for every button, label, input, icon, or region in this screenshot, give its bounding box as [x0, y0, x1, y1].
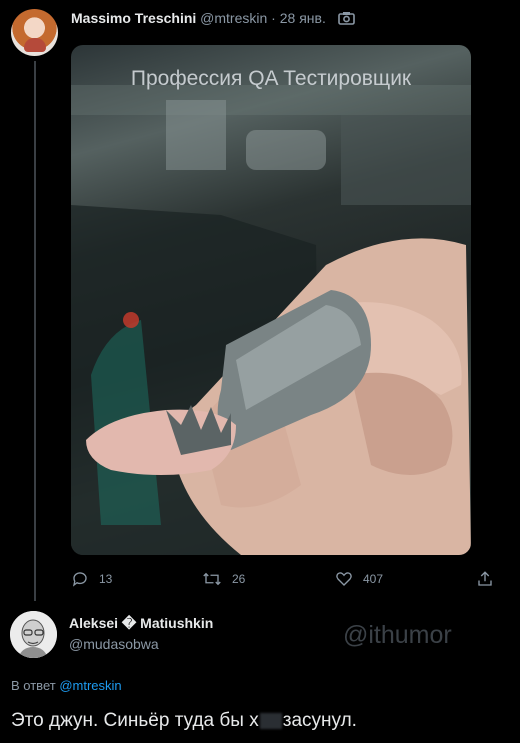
censor-blur: [259, 712, 282, 729]
camera-icon: [337, 11, 355, 28]
share-icon: [478, 571, 492, 586]
tweet-media-image[interactable]: Профессия QA Тестировщик: [71, 45, 471, 555]
reply-author-handle[interactable]: @mudasobwa: [69, 636, 159, 652]
reply-button[interactable]: 13: [71, 570, 112, 588]
share-button[interactable]: [476, 570, 504, 588]
reply-prefix: В ответ: [11, 678, 56, 693]
reply-tweet[interactable]: Aleksei � Matiushkin @mudasobwa @ithumor…: [0, 603, 520, 743]
reply-context: В ответ @mtreskin: [11, 678, 122, 693]
author-handle[interactable]: @mtreskin: [200, 10, 267, 26]
avatar-portrait: [10, 611, 57, 658]
like-count: 407: [363, 572, 384, 586]
media-caption-text: Профессия QA Тестировщик: [130, 67, 412, 90]
tweet-actions: 13 26 407: [71, 570, 501, 590]
retweet-count: 26: [232, 572, 246, 586]
retweet-button[interactable]: 26: [202, 570, 245, 588]
reply-text: Это джун. Синьёр туда бы х засунул.: [11, 710, 357, 732]
tweet-header: Massimo Treschini @mtreskin · 28 янв.: [71, 10, 355, 28]
watermark-text: @ithumor: [343, 621, 452, 649]
reply-icon: [72, 572, 87, 587]
original-tweet[interactable]: Massimo Treschini @mtreskin · 28 янв. Пр…: [0, 0, 520, 603]
tweet-date[interactable]: 28 янв.: [280, 10, 326, 26]
reply-text-part-2: засунул.: [282, 710, 357, 731]
reply-author-avatar[interactable]: [10, 611, 57, 658]
author-name[interactable]: Massimo Treschini: [71, 10, 196, 26]
thread-connector-line: [34, 61, 36, 601]
header-separator: ·: [271, 10, 276, 26]
author-avatar[interactable]: [11, 9, 58, 56]
media-photo-illustration: [71, 85, 471, 555]
reply-to-handle-link[interactable]: @mtreskin: [59, 678, 121, 693]
like-button[interactable]: 407: [335, 570, 383, 588]
reply-count: 13: [99, 572, 113, 586]
retweet-icon: [203, 572, 221, 586]
reply-author-name[interactable]: Aleksei � Matiushkin: [69, 615, 213, 632]
reply-text-part-1: Это джун. Синьёр туда бы х: [11, 710, 259, 731]
heart-icon: [336, 572, 352, 586]
